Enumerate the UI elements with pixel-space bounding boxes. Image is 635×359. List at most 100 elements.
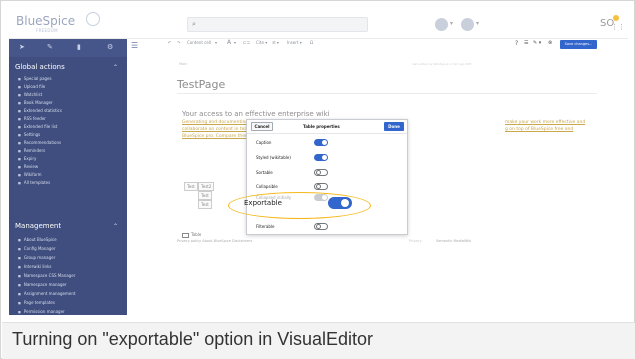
table-context-tool[interactable]: Table [182, 232, 201, 238]
sidebar-item[interactable]: Permission manager [18, 309, 65, 314]
create-button[interactable] [461, 18, 474, 31]
user-icon[interactable]: ✎ [47, 43, 53, 51]
top-bar: BlueSpice FREEDOM ⌕ ▾ ▾ SO [9, 9, 628, 39]
divider [177, 93, 597, 94]
sidebar-item[interactable]: Page templates [18, 300, 55, 305]
navigation-icon[interactable]: ➤ [19, 43, 25, 51]
styled-toggle[interactable] [314, 154, 328, 161]
logo[interactable]: BlueSpice FREEDOM [16, 14, 76, 33]
paragraph-format-select[interactable]: Content cell [187, 40, 211, 45]
sidebar-item[interactable]: Wikifarm [18, 172, 42, 177]
paragraph-link[interactable]: g on top of BlueSpice free and [505, 127, 573, 132]
table-icon [182, 232, 189, 238]
caption-toggle[interactable] [314, 139, 328, 146]
help-icon[interactable]: ? [515, 40, 518, 47]
filterable-toggle[interactable] [314, 223, 328, 230]
save-changes-button[interactable]: Save changes... [560, 40, 597, 49]
edit-mode-icon[interactable]: ✎ ▾ [533, 40, 541, 46]
link-icon[interactable]: ⊏⊐ [243, 40, 250, 45]
sidebar-item[interactable]: Config Manager [18, 246, 56, 251]
sidebar-item[interactable]: Namespace manager [18, 282, 67, 287]
files-icon[interactable]: ▮ [77, 43, 81, 51]
chevron-up-icon[interactable]: ⌃ [113, 64, 118, 71]
toolbar-actions: ? ☰ ✎ ▾ ⊗ Save changes... [515, 39, 628, 51]
table-tool-label: Table [191, 232, 202, 237]
exportable-toggle[interactable] [328, 197, 352, 209]
table-cell[interactable]: Test [198, 191, 212, 200]
add-button[interactable] [435, 18, 448, 31]
sidebar-item[interactable]: Reminders [18, 148, 45, 153]
page-title: TestPage [177, 78, 226, 91]
cancel-button[interactable]: Cancel [251, 122, 273, 131]
sidebar: ➤ ✎ ▮ ⚙ Global actions ⌃ Special pages U… [9, 39, 127, 315]
list-menu[interactable]: ☰ ▾ [272, 40, 279, 45]
text-style-icon[interactable]: A [227, 39, 231, 46]
sidebar-item[interactable]: Review [18, 164, 38, 169]
table-cell[interactable]: Test [198, 200, 212, 209]
section-heading: Your access to an effective enterprise w… [182, 110, 330, 118]
chevron-down-icon: ▾ [450, 20, 454, 27]
management-heading[interactable]: Management [15, 222, 61, 230]
cite-menu[interactable]: Cite ▾ [256, 40, 267, 45]
logo-text: BlueSpice [16, 14, 76, 28]
sortable-label: Sortable [256, 170, 273, 175]
collapsible-label: Collapsible [256, 184, 278, 189]
sidebar-item[interactable]: Extended statistics [18, 108, 62, 113]
sidebar-tab-bar: ➤ ✎ ▮ ⚙ [9, 39, 127, 57]
chevron-down-icon[interactable]: ▾ [234, 40, 236, 45]
chevron-up-icon[interactable]: ⌃ [113, 223, 118, 230]
sidebar-item[interactable]: All templates [18, 180, 50, 185]
sidebar-item[interactable]: Interwiki links [18, 264, 52, 269]
dialog-header: Cancel Table properties Done [247, 120, 407, 134]
menu-icon[interactable]: ☰ [131, 41, 138, 50]
close-icon[interactable]: ⊗ [548, 40, 552, 46]
sidebar-item[interactable]: Expiry [18, 156, 37, 161]
paragraph-link[interactable]: make your work more effective and [505, 120, 585, 125]
collapsible-toggle[interactable] [314, 183, 328, 190]
sidebar-item[interactable]: Watchlist [18, 92, 42, 97]
sidebar-item[interactable]: RSS feeder [18, 116, 46, 121]
undo-icon[interactable]: ↶ [168, 40, 171, 45]
sortable-toggle[interactable] [314, 169, 328, 176]
dialog-title: Table properties [303, 124, 340, 129]
figure-caption: Turning on "exportable" option in Visual… [12, 329, 374, 349]
sidebar-item[interactable]: Special pages [18, 76, 52, 81]
footer-links[interactable]: Privacy policy About BlueSpice Disclaime… [177, 239, 252, 243]
global-actions-heading[interactable]: Global actions [15, 63, 65, 71]
gear-icon[interactable]: ⚙ [107, 43, 113, 51]
sidebar-item[interactable]: Extended file list [18, 124, 58, 129]
apps-grid-icon[interactable]: ⋮⋮ [611, 23, 625, 31]
logo-mark-icon [86, 12, 100, 26]
sidebar-item[interactable]: Group manager [18, 255, 55, 260]
caption-label: Caption [256, 140, 272, 145]
done-button[interactable]: Done [384, 122, 404, 131]
search-icon: ⌕ [192, 20, 196, 28]
footer-link[interactable]: Privacy [409, 239, 422, 243]
sidebar-item[interactable]: Recommendations [18, 140, 61, 145]
sidebar-item[interactable]: About BlueSpice [18, 237, 57, 242]
notification-badge [613, 15, 619, 21]
sidebar-item[interactable]: Upload file [18, 84, 45, 89]
paragraph-link[interactable]: BlueSpice pro. Compare them all [182, 134, 256, 139]
sidebar-item[interactable]: Namespace CSS Manager [18, 273, 75, 278]
styled-label: Styled (wikitable) [256, 155, 291, 160]
screenshot: BlueSpice FREEDOM ⌕ ▾ ▾ SO ➤ ✎ ▮ ⚙ Globa… [9, 9, 628, 315]
sidebar-item[interactable]: Settings [18, 132, 40, 137]
table-cell[interactable]: Test2 [198, 182, 215, 191]
redo-icon[interactable]: ↷ [177, 40, 180, 45]
special-character-icon[interactable]: Ω [310, 40, 313, 45]
chevron-down-icon[interactable]: ▾ [215, 40, 217, 45]
insert-menu[interactable]: Insert ▾ [287, 40, 302, 45]
chevron-down-icon: ▾ [476, 20, 480, 27]
caption-bar: Turning on "exportable" option in Visual… [2, 322, 635, 359]
filterable-label: Filterable [256, 224, 275, 229]
breadcrumb[interactable]: Main [179, 62, 187, 66]
sidebar-item[interactable]: Book Manager [18, 100, 53, 105]
figure-frame: BlueSpice FREEDOM ⌕ ▾ ▾ SO ➤ ✎ ▮ ⚙ Globa… [0, 0, 635, 359]
footer-badge[interactable]: Semantic MediaWiki [436, 239, 471, 243]
page-options-icon[interactable]: ☰ [524, 40, 528, 46]
search-input[interactable]: ⌕ [187, 17, 368, 32]
table-cell[interactable]: Test [184, 182, 198, 191]
paragraph-link[interactable]: collaborate on content in teams. [182, 127, 255, 132]
sidebar-item[interactable]: Assignment management [18, 291, 76, 296]
